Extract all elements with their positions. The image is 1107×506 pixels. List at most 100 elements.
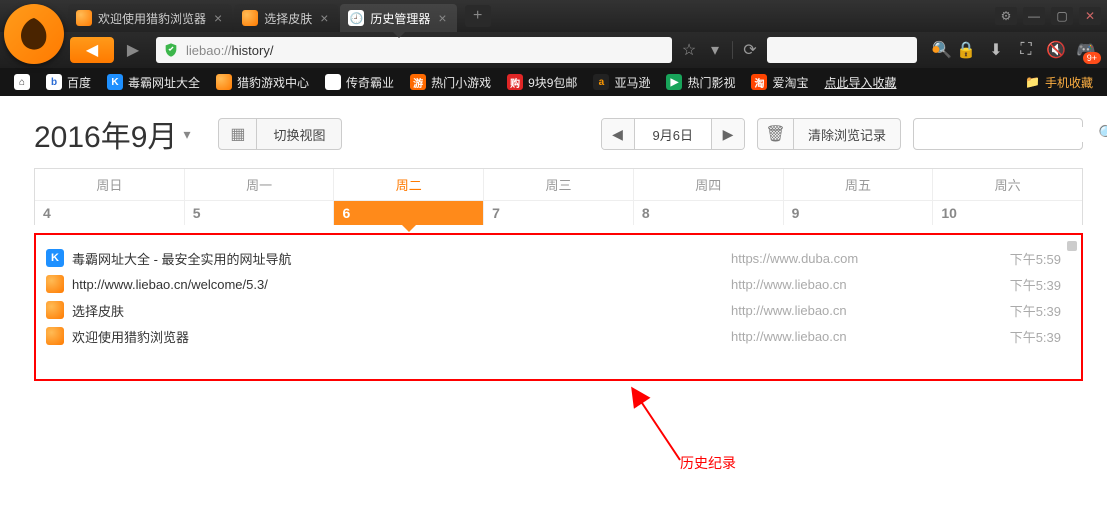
history-title: 毒霸网址大全 - 最安全实用的网址导航 [72, 249, 292, 268]
next-day-button[interactable]: ▶ [712, 119, 744, 149]
address-bar: ◀ ▶ liebao://history/ ☆ ▾ ⟳ 🔍 ● 🔒 ⬇ ⛶ 🔇 … [0, 32, 1107, 68]
tab-label: 历史管理器 [370, 10, 430, 27]
date-cell[interactable]: 7 [484, 201, 634, 225]
lock-icon[interactable]: 🔒 [953, 38, 979, 62]
maximize-button[interactable]: ▢ [1051, 7, 1073, 25]
history-row[interactable]: 欢迎使用猎豹浏览器 http://www.liebao.cn下午5:39 [46, 323, 1061, 349]
week-calendar: 周日周一周二周三周四周五周六 45678910 [34, 168, 1083, 225]
history-list-container: K 毒霸网址大全 - 最安全实用的网址导航 https://www.duba.com… [34, 233, 1083, 381]
bookmark-video[interactable]: ▶热门影视 [660, 71, 741, 93]
minimize-button[interactable]: — [1023, 7, 1045, 25]
history-time: 下午5:39 [991, 275, 1061, 294]
cheetah-icon [46, 301, 64, 319]
date-cell[interactable]: 9 [784, 201, 934, 225]
forward-button[interactable]: ▶ [116, 37, 150, 63]
search-box[interactable]: 🔍 [767, 37, 917, 63]
history-time: 下午5:39 [991, 327, 1061, 346]
home-icon[interactable]: ⌂ [8, 71, 36, 93]
history-search-input[interactable] [922, 127, 1098, 142]
dropdown-icon[interactable]: ▾ [704, 39, 726, 61]
new-tab-button[interactable]: + [465, 5, 491, 27]
history-row[interactable]: 选择皮肤 http://www.liebao.cn下午5:39 [46, 297, 1061, 323]
history-url: https://www.duba.com [731, 251, 991, 266]
bookmark-amazon[interactable]: a亚马逊 [587, 71, 656, 93]
scrollbar-thumb[interactable] [1067, 241, 1077, 251]
history-title: 欢迎使用猎豹浏览器 [72, 327, 189, 346]
title-bar: 欢迎使用猎豹浏览器 × 选择皮肤 × 🕘 历史管理器 × + ⚙ — ▢ ✕ [0, 0, 1107, 32]
weekday-header: 周二 [334, 169, 484, 200]
clock-icon: 🕘 [348, 10, 364, 26]
folder-icon: 📁 [1025, 75, 1040, 89]
url-field[interactable]: liebao://history/ [156, 37, 672, 63]
weekday-header: 周六 [933, 169, 1082, 200]
date-navigator: ◀ 9月6日 ▶ [601, 118, 745, 150]
cheetah-icon [76, 10, 92, 26]
star-icon[interactable]: ☆ [678, 39, 700, 61]
search-icon[interactable]: 🔍 [1098, 124, 1107, 144]
bookmarks-bar: ⌂ b百度 K毒霸网址大全 猎豹游戏中心 传奇霸业 游热门小游戏 购9块9包邮 … [0, 68, 1107, 96]
date-cell[interactable]: 5 [185, 201, 335, 225]
url-protocol: liebao:// [186, 43, 232, 58]
weekday-header: 周五 [784, 169, 934, 200]
date-cell[interactable]: 4 [35, 201, 185, 225]
gamepad-icon[interactable]: 🎮9+ [1073, 38, 1099, 62]
weekday-header: 周一 [185, 169, 335, 200]
weekday-header: 周三 [484, 169, 634, 200]
back-button[interactable]: ◀ [70, 37, 114, 63]
separator [732, 41, 733, 59]
bookmark-game-center[interactable]: 猎豹游戏中心 [210, 71, 315, 93]
mobile-favorites-folder[interactable]: 📁手机收藏 [1019, 71, 1099, 93]
switch-view-button[interactable]: ▦ 切换视图 [218, 118, 342, 150]
bookmark-baidu[interactable]: b百度 [40, 71, 97, 93]
tab-close-icon[interactable]: × [438, 11, 446, 25]
search-input[interactable] [777, 43, 932, 57]
cheetah-icon [242, 10, 258, 26]
url-path: history/ [232, 43, 274, 58]
tab-label: 欢迎使用猎豹浏览器 [98, 10, 206, 27]
bookmark-import[interactable]: 点此导入收藏 [818, 71, 902, 93]
cheetah-icon [46, 327, 64, 345]
clear-history-button[interactable]: 🗑 清除浏览记录 [757, 118, 901, 150]
tab-strip: 欢迎使用猎豹浏览器 × 选择皮肤 × 🕘 历史管理器 × + [68, 0, 491, 32]
bookmark-duba[interactable]: K毒霸网址大全 [101, 71, 206, 93]
mute-icon[interactable]: 🔇 [1043, 38, 1069, 62]
download-icon[interactable]: ⬇ [983, 38, 1009, 62]
tab-close-icon[interactable]: × [214, 11, 222, 25]
translate-icon[interactable]: ⛶ [1013, 38, 1039, 62]
history-url: http://www.liebao.cn [731, 277, 991, 292]
bookmark-minigames[interactable]: 游热门小游戏 [404, 71, 497, 93]
month-heading[interactable]: 2016年9月 ▾ [34, 112, 190, 156]
date-cell[interactable]: 10 [933, 201, 1082, 225]
cheetah-icon [46, 275, 64, 293]
chevron-down-icon: ▾ [183, 126, 190, 143]
tab-close-icon[interactable]: × [320, 11, 328, 25]
date-cell[interactable]: 8 [634, 201, 784, 225]
duba-icon: K [46, 249, 64, 267]
close-window-button[interactable]: ✕ [1079, 7, 1101, 25]
reload-icon[interactable]: ⟳ [739, 39, 761, 61]
history-search[interactable]: 🔍 [913, 118, 1083, 150]
history-time: 下午5:39 [991, 301, 1061, 320]
current-date-label: 9月6日 [634, 119, 712, 149]
tab-skin[interactable]: 选择皮肤 × [234, 4, 338, 32]
shield-icon[interactable]: ● [923, 38, 949, 62]
notification-badge: 9+ [1083, 52, 1101, 64]
history-row[interactable]: http://www.liebao.cn/welcome/5.3/http://… [46, 271, 1061, 297]
scrollbar[interactable] [1067, 239, 1077, 375]
history-url: http://www.liebao.cn [731, 329, 991, 344]
window-controls: ⚙ — ▢ ✕ [995, 0, 1107, 32]
date-cell[interactable]: 6 [334, 201, 484, 225]
bookmark-aitaobao[interactable]: 淘爱淘宝 [745, 71, 814, 93]
prev-day-button[interactable]: ◀ [602, 119, 634, 149]
settings-icon[interactable]: ⚙ [995, 7, 1017, 25]
history-title: 选择皮肤 [72, 301, 124, 320]
bookmark-9yuan[interactable]: 购9块9包邮 [501, 71, 583, 93]
history-url: http://www.liebao.cn [731, 303, 991, 318]
browser-logo [4, 4, 64, 64]
history-page: 2016年9月 ▾ ▦ 切换视图 ◀ 9月6日 ▶ 🗑 清除浏览记录 🔍 周日周… [0, 96, 1107, 381]
tab-history[interactable]: 🕘 历史管理器 × [340, 4, 456, 32]
calendar-icon: ▦ [219, 119, 257, 149]
bookmark-legend[interactable]: 传奇霸业 [319, 71, 400, 93]
history-row[interactable]: K 毒霸网址大全 - 最安全实用的网址导航 https://www.duba.com… [46, 245, 1061, 271]
tab-welcome[interactable]: 欢迎使用猎豹浏览器 × [68, 4, 232, 32]
